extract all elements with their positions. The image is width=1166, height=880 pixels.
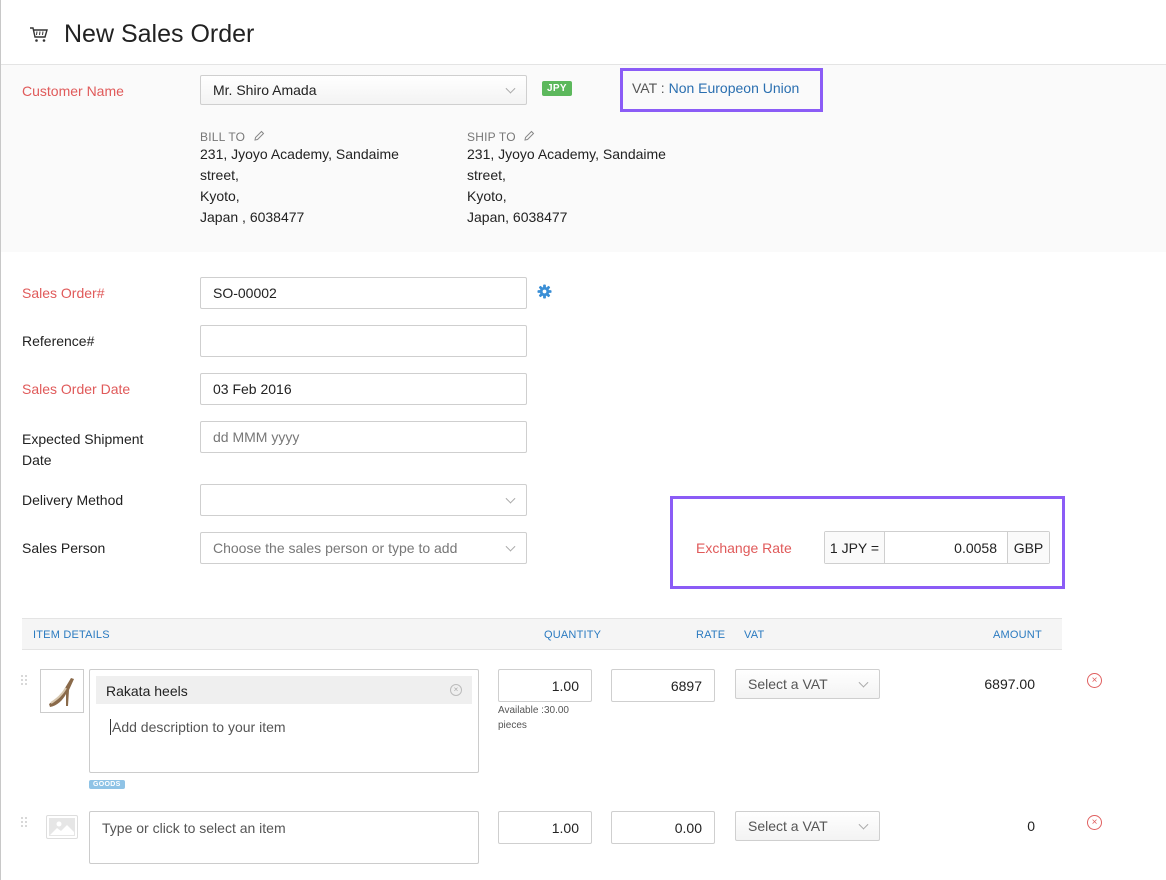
item-details-box[interactable]: Rakata heels × Add description to your i… xyxy=(89,669,479,773)
address-line: 231, Jyoyo Academy, Sandaime xyxy=(200,146,399,162)
customer-name-label: Customer Name xyxy=(22,83,124,99)
sales-order-number-input[interactable]: SO-00002 xyxy=(200,277,527,309)
sales-person-label: Sales Person xyxy=(22,540,106,556)
edit-pencil-icon[interactable] xyxy=(253,130,265,142)
vat-select[interactable]: Select a VAT xyxy=(735,811,880,841)
column-header-rate: RATE xyxy=(696,629,726,641)
bill-to-address: BILL TO 231, Jyoyo Academy, Sandaime str… xyxy=(200,130,399,228)
column-header-vat: VAT xyxy=(744,629,765,641)
item-select-placeholder: Type or click to select an item xyxy=(102,820,286,836)
high-heel-shoe-icon xyxy=(49,678,74,707)
address-line: street, xyxy=(200,167,239,183)
vat-label: VAT : xyxy=(632,80,665,96)
item-description-input[interactable]: Add description to your item xyxy=(110,719,286,735)
line-amount: 0 xyxy=(1027,818,1035,834)
address-line: street, xyxy=(467,167,506,183)
customer-name-value: Mr. Shiro Amada xyxy=(213,82,317,98)
clear-item-icon[interactable]: × xyxy=(450,684,462,696)
page-title: New Sales Order xyxy=(64,20,255,48)
vat-select[interactable]: Select a VAT xyxy=(735,669,880,699)
image-placeholder-icon[interactable] xyxy=(46,815,78,839)
ship-to-address: SHIP TO 231, Jyoyo Academy, Sandaime str… xyxy=(467,130,666,228)
remove-row-icon[interactable]: × xyxy=(1087,673,1102,688)
items-table-header: ITEM DETAILS QUANTITY RATE VAT AMOUNT xyxy=(22,618,1062,650)
sales-order-number-label: Sales Order# xyxy=(22,285,105,301)
line-amount: 6897.00 xyxy=(984,676,1035,692)
expected-shipment-date-input[interactable]: dd MMM yyyy xyxy=(200,421,527,453)
exchange-rate-input[interactable]: 0.0058 xyxy=(885,532,1007,563)
sales-order-date-label: Sales Order Date xyxy=(22,381,131,397)
remove-row-icon[interactable]: × xyxy=(1087,815,1102,830)
column-header-item-details: ITEM DETAILS xyxy=(33,629,110,641)
quantity-input[interactable]: 1.00 xyxy=(498,669,592,702)
bill-to-heading: BILL TO xyxy=(200,130,399,144)
exchange-rate-label: Exchange Rate xyxy=(696,540,792,556)
address-line: Kyoto, xyxy=(467,188,507,204)
currency-badge: JPY xyxy=(542,81,572,96)
ship-to-heading: SHIP TO xyxy=(467,130,666,144)
reference-label: Reference# xyxy=(22,333,95,349)
address-line: Japan, 6038477 xyxy=(467,209,568,225)
gear-icon[interactable] xyxy=(537,284,552,299)
reference-input[interactable] xyxy=(200,325,527,357)
item-type-badge: GOODS xyxy=(89,780,125,789)
exchange-rate-prefix: 1 JPY = xyxy=(825,532,885,563)
vat-treatment: VAT : Non Europeon Union xyxy=(620,68,823,112)
chevron-down-icon xyxy=(858,677,869,688)
chevron-down-icon xyxy=(505,541,516,552)
item-select-box[interactable]: Type or click to select an item xyxy=(89,811,479,864)
exchange-rate-group: 1 JPY = 0.0058 GBP xyxy=(824,531,1050,564)
address-line: Kyoto, xyxy=(200,188,240,204)
rate-input[interactable]: 6897 xyxy=(611,669,715,702)
column-header-amount: AMOUNT xyxy=(993,629,1042,641)
delivery-method-label: Delivery Method xyxy=(22,492,124,508)
rate-input[interactable]: 0.00 xyxy=(611,811,715,844)
edit-pencil-icon[interactable] xyxy=(523,130,535,142)
item-name[interactable]: Rakata heels × xyxy=(96,676,472,704)
chevron-down-icon xyxy=(858,819,869,830)
drag-handle-icon[interactable] xyxy=(21,817,29,829)
column-header-quantity: QUANTITY xyxy=(544,629,602,641)
exchange-rate-suffix: GBP xyxy=(1007,532,1049,563)
address-line: Japan , 6038477 xyxy=(200,209,305,225)
expected-shipment-date-label: Expected Shipment Date xyxy=(22,431,144,468)
drag-handle-icon[interactable] xyxy=(21,675,29,687)
customer-name-select[interactable]: Mr. Shiro Amada xyxy=(200,75,527,105)
item-image[interactable] xyxy=(40,669,84,713)
chevron-down-icon xyxy=(505,83,516,94)
vat-treatment-link[interactable]: Non Europeon Union xyxy=(669,80,800,96)
delivery-method-select[interactable] xyxy=(200,484,527,516)
address-line: 231, Jyoyo Academy, Sandaime xyxy=(467,146,666,162)
sales-person-select[interactable]: Choose the sales person or type to add xyxy=(200,532,527,564)
chevron-down-icon xyxy=(505,493,516,504)
sales-order-date-input[interactable]: 03 Feb 2016 xyxy=(200,373,527,405)
stock-availability: Available :30.00 pieces xyxy=(498,705,569,731)
shopping-cart-icon xyxy=(30,27,48,42)
quantity-input[interactable]: 1.00 xyxy=(498,811,592,844)
